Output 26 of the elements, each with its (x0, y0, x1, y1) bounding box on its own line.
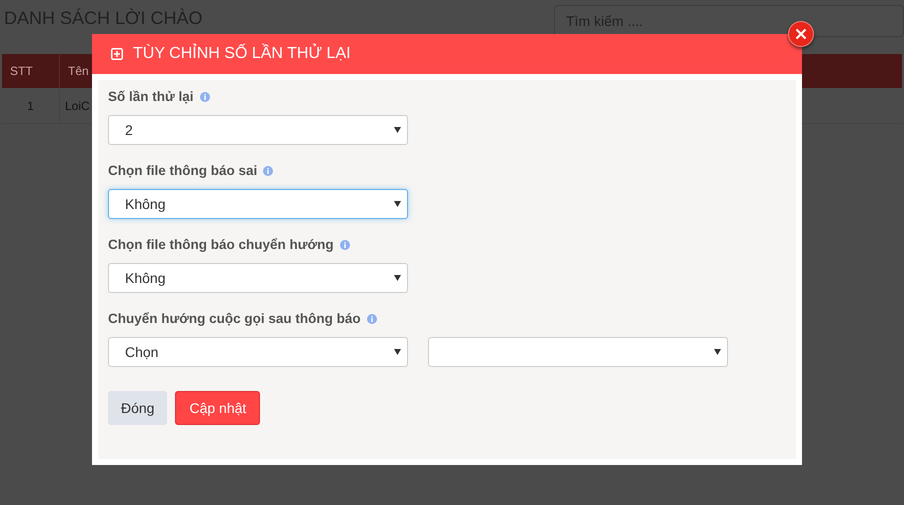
info-icon (263, 166, 274, 176)
info-icon (366, 314, 377, 324)
field-label: Chọn file thông báo sai (108, 162, 258, 180)
plus-square-icon (111, 48, 123, 60)
caret-icon (394, 201, 401, 207)
caret-icon (714, 349, 721, 355)
close-button[interactable]: Đóng (108, 391, 168, 425)
select-field[interactable]: Không (108, 263, 408, 293)
select-value: Không (125, 268, 166, 288)
select-value: Không (125, 194, 166, 214)
table-cell: 1 (2, 88, 60, 123)
caret-icon (394, 275, 401, 281)
caret-icon (394, 127, 401, 133)
select-field[interactable]: Không (108, 189, 408, 219)
select-value: Chọn (125, 342, 158, 362)
info-icon (200, 92, 210, 102)
select-field[interactable]: Chọn (108, 337, 408, 367)
select-value: 2 (125, 120, 133, 140)
select-field[interactable] (428, 337, 728, 367)
select-field[interactable]: 2 (108, 115, 408, 145)
field-label: Số lần thử lại (108, 88, 194, 106)
info-icon (340, 240, 350, 250)
field-label: Chọn file thông báo chuyển hướng (108, 236, 334, 254)
field-label: Chuyển hướng cuộc gọi sau thông báo (108, 310, 361, 328)
caret-icon (394, 349, 401, 355)
column-header: STT (2, 54, 60, 88)
